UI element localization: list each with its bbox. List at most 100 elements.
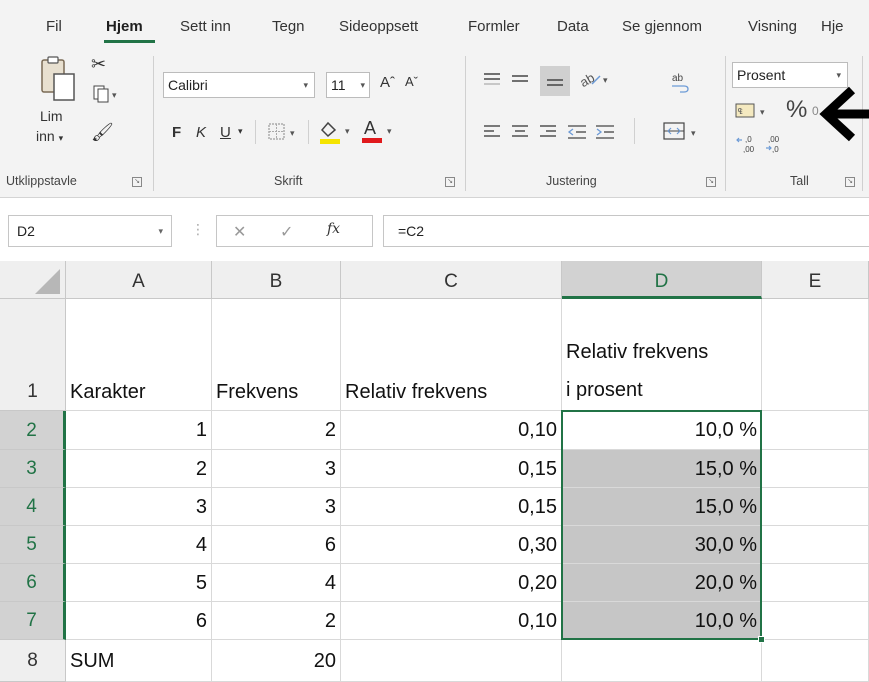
- cell-e1[interactable]: [762, 299, 869, 411]
- cell-d1[interactable]: Relativ frekvens i prosent: [562, 299, 762, 411]
- percent-style-button[interactable]: %: [786, 96, 807, 124]
- number-launcher-icon[interactable]: ↘: [845, 177, 855, 187]
- cancel-icon[interactable]: ✕: [233, 222, 246, 242]
- fill-handle[interactable]: [758, 636, 765, 643]
- row-header-4[interactable]: 4: [0, 488, 66, 526]
- row-header-7[interactable]: 7: [0, 602, 66, 640]
- tab-formulas[interactable]: Formler: [468, 18, 520, 35]
- copy-icon[interactable]: ▾: [91, 84, 121, 107]
- paste-label-2[interactable]: inn ▾: [36, 128, 63, 144]
- cell-b1[interactable]: Frekvens: [212, 299, 341, 411]
- cell-c3[interactable]: 0,15: [341, 450, 562, 488]
- name-box[interactable]: D2 ▾: [8, 215, 172, 247]
- paste-icon[interactable]: [36, 54, 80, 105]
- tab-view[interactable]: Visning: [748, 18, 797, 35]
- cell-d3[interactable]: 15,0 %: [562, 450, 762, 488]
- accounting-format-icon[interactable]: ₠ ▾: [734, 100, 774, 125]
- cell-e4[interactable]: [762, 488, 869, 526]
- align-center-icon[interactable]: [510, 122, 530, 145]
- format-painter-icon[interactable]: 🖌: [91, 122, 114, 143]
- tab-file[interactable]: Fil: [46, 18, 62, 35]
- cell-b7[interactable]: 2: [212, 602, 341, 640]
- cell-e6[interactable]: [762, 564, 869, 602]
- cell-e8[interactable]: [762, 640, 869, 682]
- clipboard-launcher-icon[interactable]: ↘: [132, 177, 142, 187]
- cell-e7[interactable]: [762, 602, 869, 640]
- cell-d5[interactable]: 30,0 %: [562, 526, 762, 564]
- cell-e2[interactable]: [762, 411, 869, 450]
- cell-a2[interactable]: 1: [66, 411, 212, 450]
- align-bottom-icon[interactable]: [540, 66, 570, 96]
- font-size-dropdown[interactable]: 11 ▾: [326, 72, 370, 98]
- cell-e3[interactable]: [762, 450, 869, 488]
- cell-b3[interactable]: 3: [212, 450, 341, 488]
- paste-label[interactable]: Lim: [40, 108, 63, 124]
- decrease-decimal-icon[interactable]: ,00,0: [764, 132, 790, 159]
- formula-input[interactable]: =C2: [383, 215, 869, 247]
- cell-a3[interactable]: 2: [66, 450, 212, 488]
- cell-a6[interactable]: 5: [66, 564, 212, 602]
- column-header-b[interactable]: B: [212, 261, 341, 299]
- font-launcher-icon[interactable]: ↘: [445, 177, 455, 187]
- grow-font-button[interactable]: Aˆ: [380, 74, 395, 91]
- cell-a7[interactable]: 6: [66, 602, 212, 640]
- borders-icon[interactable]: ▾: [267, 122, 301, 145]
- cell-c6[interactable]: 0,20: [341, 564, 562, 602]
- cell-c4[interactable]: 0,15: [341, 488, 562, 526]
- cell-b4[interactable]: 3: [212, 488, 341, 526]
- align-left-icon[interactable]: [482, 122, 502, 145]
- cell-d6[interactable]: 20,0 %: [562, 564, 762, 602]
- row-header-5[interactable]: 5: [0, 526, 66, 564]
- cell-e5[interactable]: [762, 526, 869, 564]
- cell-c5[interactable]: 0,30: [341, 526, 562, 564]
- italic-button[interactable]: K: [196, 124, 206, 141]
- wrap-text-icon[interactable]: ab: [668, 70, 692, 97]
- row-header-3[interactable]: 3: [0, 450, 66, 488]
- column-header-d[interactable]: D: [562, 261, 762, 299]
- decrease-indent-icon[interactable]: [566, 122, 588, 145]
- cell-d8[interactable]: [562, 640, 762, 682]
- cell-d4[interactable]: 15,0 %: [562, 488, 762, 526]
- tab-draw[interactable]: Tegn: [272, 18, 305, 35]
- tab-page-layout[interactable]: Sideoppsett: [339, 18, 418, 35]
- cell-b5[interactable]: 6: [212, 526, 341, 564]
- cell-b2[interactable]: 2: [212, 411, 341, 450]
- shrink-font-button[interactable]: Aˇ: [405, 74, 418, 89]
- confirm-icon[interactable]: ✓: [280, 222, 293, 242]
- align-right-icon[interactable]: [538, 122, 558, 145]
- align-middle-icon[interactable]: [510, 70, 530, 93]
- select-all-corner[interactable]: [0, 261, 66, 299]
- cell-c7[interactable]: 0,10: [341, 602, 562, 640]
- cell-b6[interactable]: 4: [212, 564, 341, 602]
- underline-button[interactable]: U: [220, 124, 231, 141]
- cell-c1[interactable]: Relativ frekvens: [341, 299, 562, 411]
- cell-d7[interactable]: 10,0 %: [562, 602, 762, 640]
- align-top-icon[interactable]: [482, 70, 502, 93]
- underline-dropdown-icon[interactable]: ▾: [238, 126, 243, 137]
- font-color-icon[interactable]: A ▾: [360, 116, 400, 149]
- alignment-launcher-icon[interactable]: ↘: [706, 177, 716, 187]
- cell-c2[interactable]: 0,10: [341, 411, 562, 450]
- font-name-dropdown[interactable]: Calibri ▾: [163, 72, 315, 98]
- cell-a1[interactable]: Karakter: [66, 299, 212, 411]
- cell-c8[interactable]: [341, 640, 562, 682]
- column-header-c[interactable]: C: [341, 261, 562, 299]
- tab-home[interactable]: Hjem: [106, 18, 143, 35]
- cell-a4[interactable]: 3: [66, 488, 212, 526]
- cell-a5[interactable]: 4: [66, 526, 212, 564]
- cut-icon[interactable]: ✂: [91, 54, 106, 75]
- tab-data[interactable]: Data: [557, 18, 589, 35]
- row-header-1[interactable]: 1: [0, 299, 66, 411]
- orientation-icon[interactable]: ab ▾: [577, 68, 612, 93]
- fill-color-icon[interactable]: ▾: [318, 118, 358, 149]
- row-header-2[interactable]: 2: [0, 411, 66, 450]
- merge-center-icon[interactable]: ▾: [662, 120, 702, 147]
- cell-b8[interactable]: 20: [212, 640, 341, 682]
- column-header-e[interactable]: E: [762, 261, 869, 299]
- tab-review[interactable]: Se gjennom: [622, 18, 702, 35]
- cell-d2[interactable]: 10,0 %: [562, 411, 762, 450]
- bold-button[interactable]: F: [172, 124, 181, 141]
- cell-a8[interactable]: SUM: [66, 640, 212, 682]
- increase-decimal-icon[interactable]: ,0,00: [735, 132, 761, 159]
- tab-insert[interactable]: Sett inn: [180, 18, 231, 35]
